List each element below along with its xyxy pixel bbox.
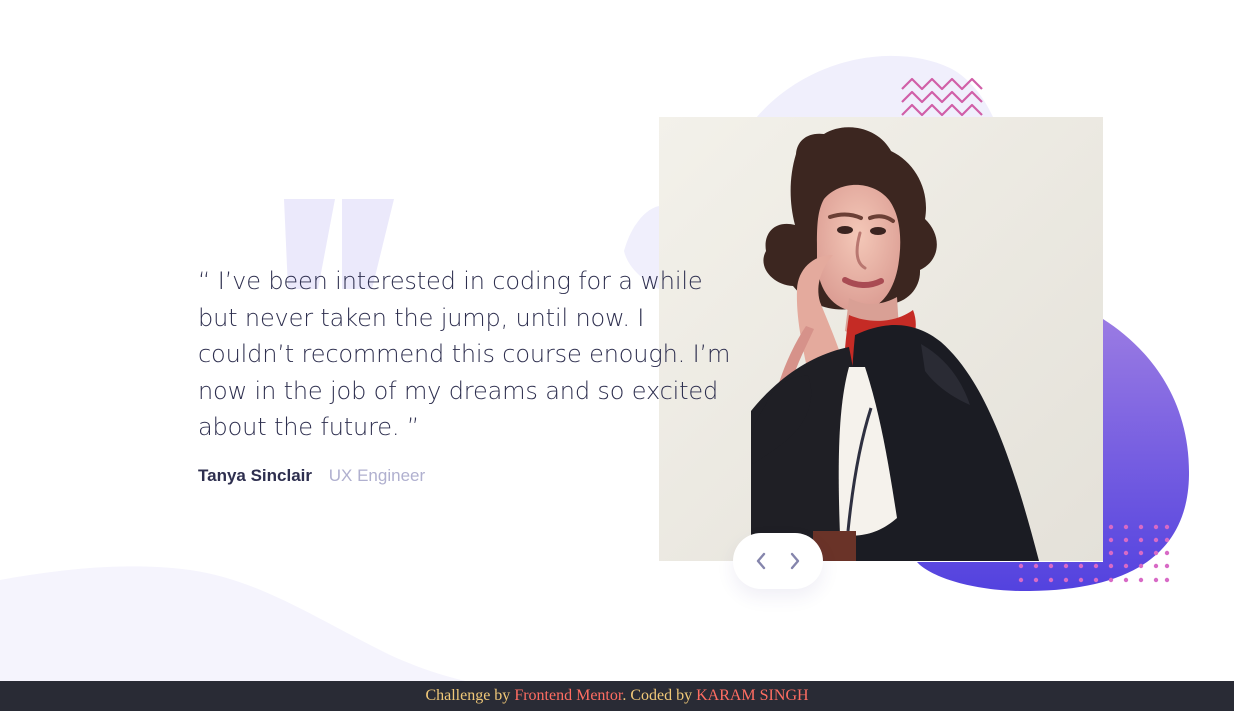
author-link[interactable]: KARAM SINGH: [696, 687, 808, 704]
attribution-footer: Challenge by Frontend Mentor. Coded by K…: [0, 681, 1234, 711]
frontend-mentor-link[interactable]: Frontend Mentor: [514, 687, 622, 704]
chevron-left-icon: [756, 552, 766, 570]
author-name: Tanya Sinclair: [198, 466, 313, 485]
slider-controls: [733, 533, 823, 589]
zigzag-pattern: [901, 77, 983, 117]
testimonial-slider-page: “ I’ve been interested in coding for a w…: [0, 0, 1234, 711]
next-button[interactable]: [783, 549, 807, 573]
coded-prefix: . Coded by: [622, 687, 697, 704]
author-role: UX Engineer: [328, 466, 426, 485]
challenge-prefix: Challenge by: [425, 687, 515, 704]
testimonial-quote: “ I’ve been interested in coding for a w…: [198, 267, 731, 442]
chevron-right-icon: [790, 552, 800, 570]
previous-button[interactable]: [749, 549, 773, 573]
dot-pattern: [1018, 524, 1170, 583]
testimonial-author-line: Tanya Sinclair UX Engineer: [198, 464, 425, 488]
bottom-curve-shape: [0, 566, 520, 690]
